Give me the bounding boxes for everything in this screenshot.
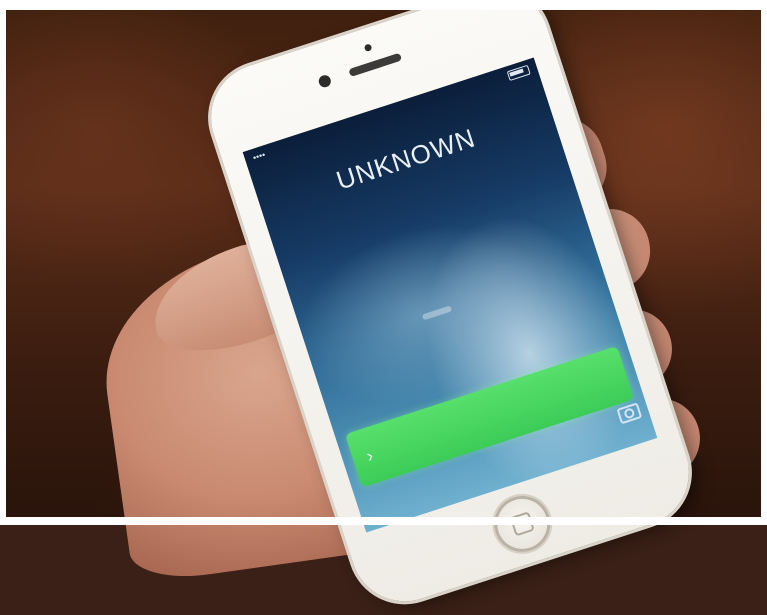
proximity-sensor	[363, 43, 373, 53]
camera-icon[interactable]	[616, 402, 643, 425]
right-arrow-icon: ›	[363, 445, 376, 467]
image-border-bottom	[0, 517, 767, 525]
image-border-left	[0, 0, 6, 525]
image-border-right	[761, 0, 767, 525]
wallpaper-detail	[421, 305, 453, 321]
unlock-slider[interactable]: ›	[344, 345, 635, 488]
earpiece-speaker	[348, 52, 403, 77]
image-border-top	[0, 0, 767, 10]
front-camera	[317, 73, 333, 89]
battery-icon	[506, 64, 531, 82]
carrier-signal: ••••	[251, 149, 267, 163]
